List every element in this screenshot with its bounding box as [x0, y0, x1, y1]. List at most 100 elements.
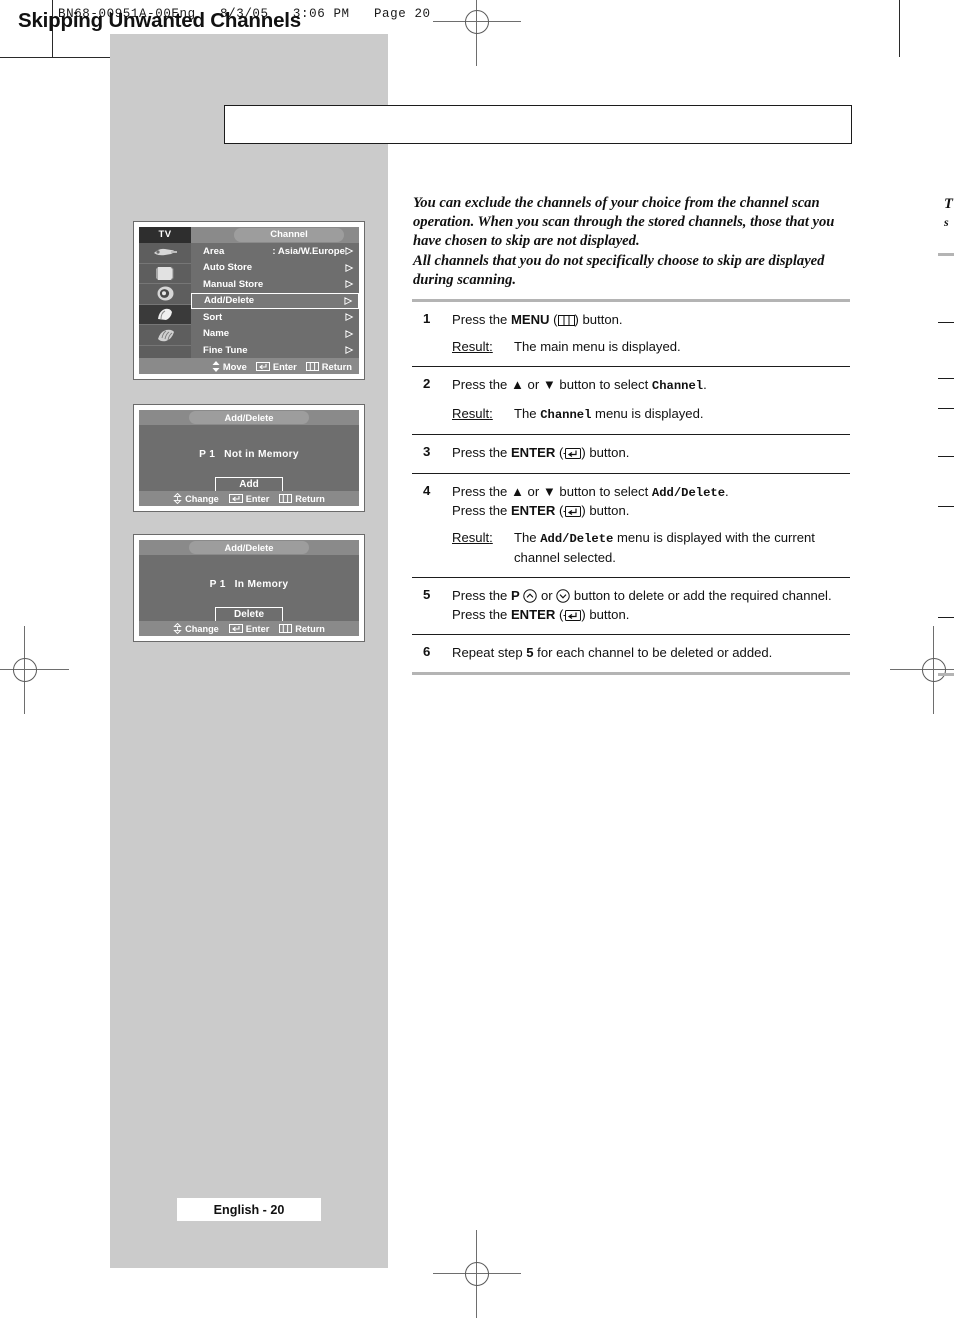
hint-return-label: Return	[295, 623, 325, 634]
hint-enter-label: Enter	[245, 623, 270, 634]
osd-hint-bar: Move Enter Return	[139, 358, 359, 374]
osd-add-dialog: Add/Delete P 1 Not in Memory Add Change E…	[133, 404, 365, 512]
facing-page-rule	[938, 506, 954, 507]
page-title: Skipping Unwanted Channels	[18, 9, 301, 32]
hint-enter: Enter	[255, 360, 297, 372]
step-text-a: Press the ▲ or ▼ button to select	[452, 377, 652, 393]
enter-key-label: ENTER	[510, 445, 556, 461]
step-result: Result: The main menu is displayed.	[452, 338, 850, 356]
osd-row-auto-store[interactable]: Auto Store ▷	[191, 260, 359, 277]
menu-target-label: Add/Delete	[540, 532, 614, 547]
step-result: Result: The Add/Delete menu is displayed…	[452, 529, 850, 567]
osd-row-area[interactable]: Area : Asia/W.Europe ▷	[191, 243, 359, 260]
osd-row-sort[interactable]: Sort ▷	[191, 309, 359, 326]
facing-page-bleed-line-1: T	[944, 196, 953, 212]
hint-return: Return	[279, 624, 325, 634]
facing-page-rule	[938, 673, 954, 676]
registration-mark-right	[890, 626, 954, 714]
result-text: The Channel menu is displayed.	[514, 405, 704, 422]
osd-dialog-hint-bar: Change Enter Return	[139, 621, 359, 636]
step-result: Result: The Channel menu is displayed.	[452, 405, 850, 424]
osd-channel-menu: TV Channel Area : Asia/W.Europe ▷ Auto S…	[133, 221, 365, 380]
hint-enter-label: Enter	[272, 360, 297, 372]
menu-target-label: Channel	[540, 407, 592, 422]
step-number: 1	[423, 310, 431, 326]
step-number: 2	[423, 376, 431, 392]
hint-move-label: Move	[222, 360, 247, 372]
result-label: Result:	[452, 405, 493, 421]
hint-enter: Enter	[228, 493, 270, 504]
intro-line-2: operation. When you scan through the sto…	[413, 214, 835, 231]
osd-delete-button[interactable]: Delete	[215, 607, 283, 622]
registration-mark-bottom	[433, 1230, 521, 1318]
osd-row-label: Name	[203, 328, 230, 340]
osd-dialog-body: P 1 In Memory Delete	[139, 555, 359, 622]
osd-dialog-title: Add/Delete	[189, 541, 309, 554]
step-text-line-2: Press the ENTER () button.	[452, 606, 630, 622]
step-text-b: ) button.	[581, 445, 630, 461]
enter-key-label: ENTER	[510, 502, 556, 518]
sound-speaker-icon[interactable]	[139, 284, 191, 305]
hint-return-label: Return	[295, 493, 325, 504]
result-label: Result:	[452, 530, 493, 546]
step-number: 3	[423, 444, 431, 460]
hint-return-label: Return	[321, 360, 352, 372]
osd-dialog-title: Add/Delete	[189, 411, 309, 424]
osd-menu-title: Channel	[234, 228, 344, 242]
procedure-steps: 1 Press the MENU () button. Result: The …	[412, 299, 850, 675]
page-title-box	[224, 105, 852, 144]
menu-button-icon	[305, 361, 319, 371]
chevron-right-icon: ▷	[345, 344, 353, 356]
setup-hand-icon[interactable]	[139, 325, 191, 346]
osd-channel-status-line: P 1 In Memory	[139, 579, 359, 590]
input-plug-icon[interactable]	[139, 243, 191, 264]
enter-button-icon	[563, 505, 582, 517]
intro-line-5: during scanning.	[413, 271, 517, 288]
osd-program-number: P 1	[209, 579, 226, 590]
osd-delete-dialog: Add/Delete P 1 In Memory Delete Change En…	[133, 534, 365, 642]
menu-button-icon	[279, 624, 293, 633]
chevron-right-icon: ▷	[345, 311, 353, 323]
enter-button-icon	[228, 624, 243, 633]
channel-down-icon	[556, 589, 570, 603]
osd-row-label: Sort	[203, 311, 223, 323]
step-number: 5	[423, 587, 431, 603]
step-reference: 5	[526, 644, 534, 660]
osd-row-name[interactable]: Name ▷	[191, 326, 359, 343]
osd-dialog-body: P 1 Not in Memory Add	[139, 425, 359, 492]
step-4: 4 Press the ▲ or ▼ button to select Add/…	[412, 474, 850, 578]
program-key-label: P	[510, 588, 520, 604]
menu-target-label: Add/Delete	[651, 485, 726, 500]
facing-page-rule	[938, 456, 954, 457]
step-text-line-1: Press the P or button to delete or add t…	[452, 588, 832, 604]
change-arrow-icon	[173, 623, 182, 634]
osd-row-label: Add/Delete	[204, 295, 255, 307]
result-text: The main menu is displayed.	[514, 338, 681, 354]
step-text-a: Press the	[452, 311, 511, 327]
osd-memory-status: In Memory	[234, 579, 289, 590]
hint-change-label: Change	[185, 623, 219, 634]
hint-move: Move	[212, 360, 247, 372]
steps-bottom-rule	[412, 672, 850, 675]
osd-row-label: Area	[203, 245, 225, 257]
picture-tv-icon[interactable]	[139, 264, 191, 285]
step-5: 5 Press the P or button to delete or add…	[412, 578, 850, 634]
result-label: Result:	[452, 338, 493, 354]
osd-menu-list: Area : Asia/W.Europe ▷ Auto Store ▷ Manu…	[191, 243, 359, 372]
step-text-b: ) button.	[574, 311, 623, 327]
hint-enter: Enter	[228, 623, 270, 634]
osd-add-button[interactable]: Add	[215, 477, 283, 492]
enter-key-label: ENTER	[510, 606, 556, 622]
osd-row-add-delete[interactable]: Add/Delete ▷	[191, 292, 359, 309]
registration-mark-top	[433, 0, 521, 66]
hint-change: Change	[173, 623, 219, 634]
osd-icon-column	[139, 243, 191, 358]
step-number: 4	[423, 482, 431, 498]
channel-antenna-icon[interactable]	[139, 304, 191, 326]
osd-row-manual-store[interactable]: Manual Store ▷	[191, 276, 359, 293]
osd-row-label: Fine Tune	[203, 344, 248, 356]
hint-enter-label: Enter	[245, 493, 270, 504]
step-1: 1 Press the MENU () button. Result: The …	[412, 302, 850, 367]
osd-row-fine-tune[interactable]: Fine Tune ▷	[191, 342, 359, 359]
facing-page-rule	[938, 408, 954, 409]
